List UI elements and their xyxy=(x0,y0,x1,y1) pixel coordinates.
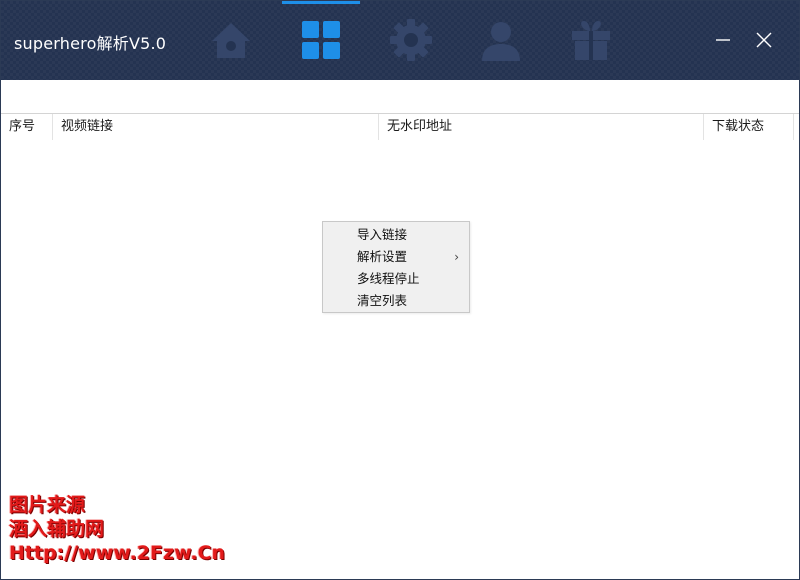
gift-icon xyxy=(572,21,610,60)
watermark: 图片来源 酒入辅助网 Http://www.2Fzw.Cn xyxy=(9,493,225,565)
nav-tab-user[interactable] xyxy=(476,15,526,65)
close-icon xyxy=(756,32,772,48)
app-window: superhero解析V5.0 序号 视频链接 无水印地址 下载状态 导入链接 … xyxy=(0,0,800,580)
nav-tab-home[interactable] xyxy=(206,15,256,65)
column-header-no-watermark-url[interactable]: 无水印地址 xyxy=(379,114,704,140)
user-icon xyxy=(482,22,520,61)
minimize-icon xyxy=(716,39,730,41)
watermark-line: 酒入辅助网 xyxy=(9,518,105,540)
close-button[interactable] xyxy=(751,27,777,53)
grid-icon xyxy=(302,21,340,59)
home-icon xyxy=(212,23,250,58)
menu-item-label: 导入链接 xyxy=(357,227,408,242)
column-header-download-status[interactable]: 下载状态 xyxy=(704,114,794,140)
gear-icon xyxy=(390,19,432,61)
menu-item-parse-settings[interactable]: 解析设置 › xyxy=(323,246,469,268)
nav-tab-grid[interactable] xyxy=(296,15,346,65)
menu-item-label: 解析设置 xyxy=(357,249,408,264)
menu-item-label: 多线程停止 xyxy=(357,271,420,286)
context-menu: 导入链接 解析设置 › 多线程停止 清空列表 xyxy=(322,221,470,313)
app-title: superhero解析V5.0 xyxy=(14,34,167,53)
column-header-index[interactable]: 序号 xyxy=(1,114,53,140)
watermark-line: Http://www.2Fzw.Cn xyxy=(9,542,226,564)
chevron-right-icon: › xyxy=(454,250,459,264)
menu-item-label: 清空列表 xyxy=(357,293,408,308)
nav-tab-gift[interactable] xyxy=(566,15,616,65)
column-header-video-link[interactable]: 视频链接 xyxy=(53,114,379,140)
menu-item-clear-list[interactable]: 清空列表 xyxy=(323,290,469,312)
nav-tab-settings[interactable] xyxy=(386,15,436,65)
nav-active-indicator xyxy=(282,1,360,4)
menu-item-import-links[interactable]: 导入链接 xyxy=(323,224,469,246)
toolbar-strip xyxy=(1,80,799,114)
watermark-line: 图片来源 xyxy=(9,494,86,516)
list-header: 序号 视频链接 无水印地址 下载状态 xyxy=(1,114,799,140)
menu-item-stop-multithread[interactable]: 多线程停止 xyxy=(323,268,469,290)
titlebar: superhero解析V5.0 xyxy=(1,1,799,80)
minimize-button[interactable] xyxy=(710,27,736,53)
